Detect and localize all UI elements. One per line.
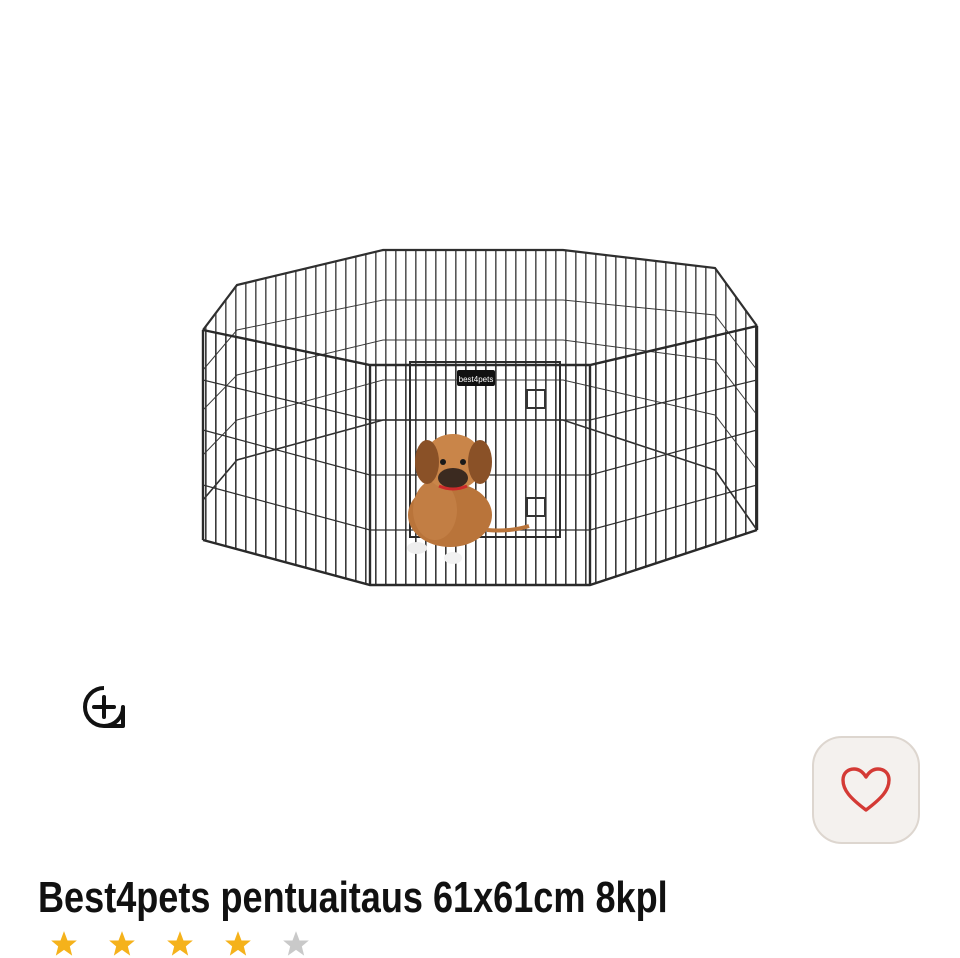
zoom-in-icon bbox=[83, 686, 125, 728]
product-image[interactable]: best4pets bbox=[195, 240, 765, 600]
star-icon bbox=[283, 931, 309, 956]
rating-stars[interactable] bbox=[50, 930, 310, 958]
star-icon bbox=[109, 931, 135, 956]
zoom-button[interactable] bbox=[80, 683, 128, 731]
playpen-with-puppy-image: best4pets bbox=[201, 248, 759, 587]
wishlist-button[interactable] bbox=[812, 736, 920, 844]
star-icon bbox=[167, 931, 193, 956]
brand-tag: best4pets bbox=[459, 375, 494, 384]
star-icon bbox=[51, 931, 77, 956]
heart-icon bbox=[841, 767, 891, 812]
product-title: Best4pets pentuaitaus 61x61cm 8kpl bbox=[38, 873, 668, 922]
star-icon bbox=[225, 931, 251, 956]
